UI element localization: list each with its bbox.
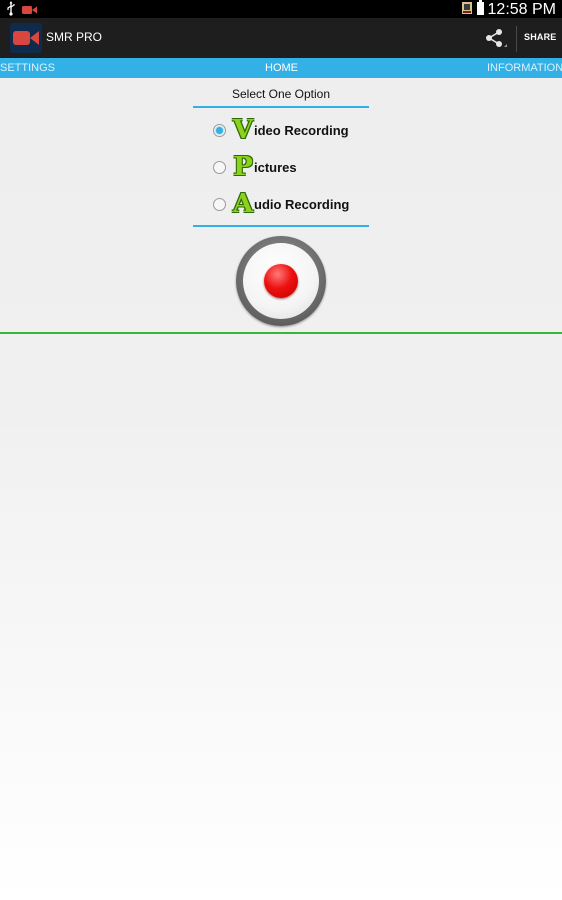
panel-title: Select One Option <box>231 87 331 101</box>
battery-icon <box>476 0 484 20</box>
option-letter: P <box>233 152 253 182</box>
option-letter: A <box>232 189 254 219</box>
status-right-icons: 12:58 PM <box>461 0 556 20</box>
action-bar: SMR PRO SHARE <box>0 18 562 58</box>
panel-divider-bottom <box>193 225 369 227</box>
radio-video-recording[interactable] <box>213 123 226 137</box>
status-bar: 12:58 PM <box>0 0 562 18</box>
notification-icon <box>461 1 473 20</box>
panel-divider-top <box>193 106 369 108</box>
tab-settings[interactable]: SETTINGS <box>0 62 55 74</box>
record-icon <box>264 264 298 298</box>
option-video-recording[interactable]: V ideo Recording <box>213 116 373 144</box>
tab-home[interactable]: HOME <box>265 62 298 74</box>
tab-information[interactable]: INFORMATION <box>487 62 562 74</box>
share-icon[interactable] <box>483 27 507 49</box>
option-audio-recording[interactable]: A udio Recording <box>213 190 373 218</box>
record-button-face <box>243 243 319 319</box>
radio-pictures[interactable] <box>213 160 226 174</box>
option-label: ictures <box>254 159 297 175</box>
action-divider <box>516 26 517 52</box>
record-button[interactable] <box>236 236 326 326</box>
radio-audio-recording[interactable] <box>213 197 226 211</box>
app-logo-icon[interactable] <box>10 23 42 53</box>
share-button[interactable]: SHARE <box>524 32 557 42</box>
divider-line <box>0 332 562 334</box>
option-pictures[interactable]: P ictures <box>213 153 373 181</box>
main-content: Select One Option V ideo Recording P ict… <box>0 78 562 900</box>
option-label: ideo Recording <box>254 122 349 138</box>
option-letter: V <box>232 115 254 145</box>
options-panel: Select One Option V ideo Recording P ict… <box>193 78 369 228</box>
tab-bar: SETTINGS HOME INFORMATION <box>0 58 562 78</box>
app-title: SMR PRO <box>46 30 103 44</box>
status-time: 12:58 PM <box>487 1 556 18</box>
option-label: udio Recording <box>254 196 350 212</box>
